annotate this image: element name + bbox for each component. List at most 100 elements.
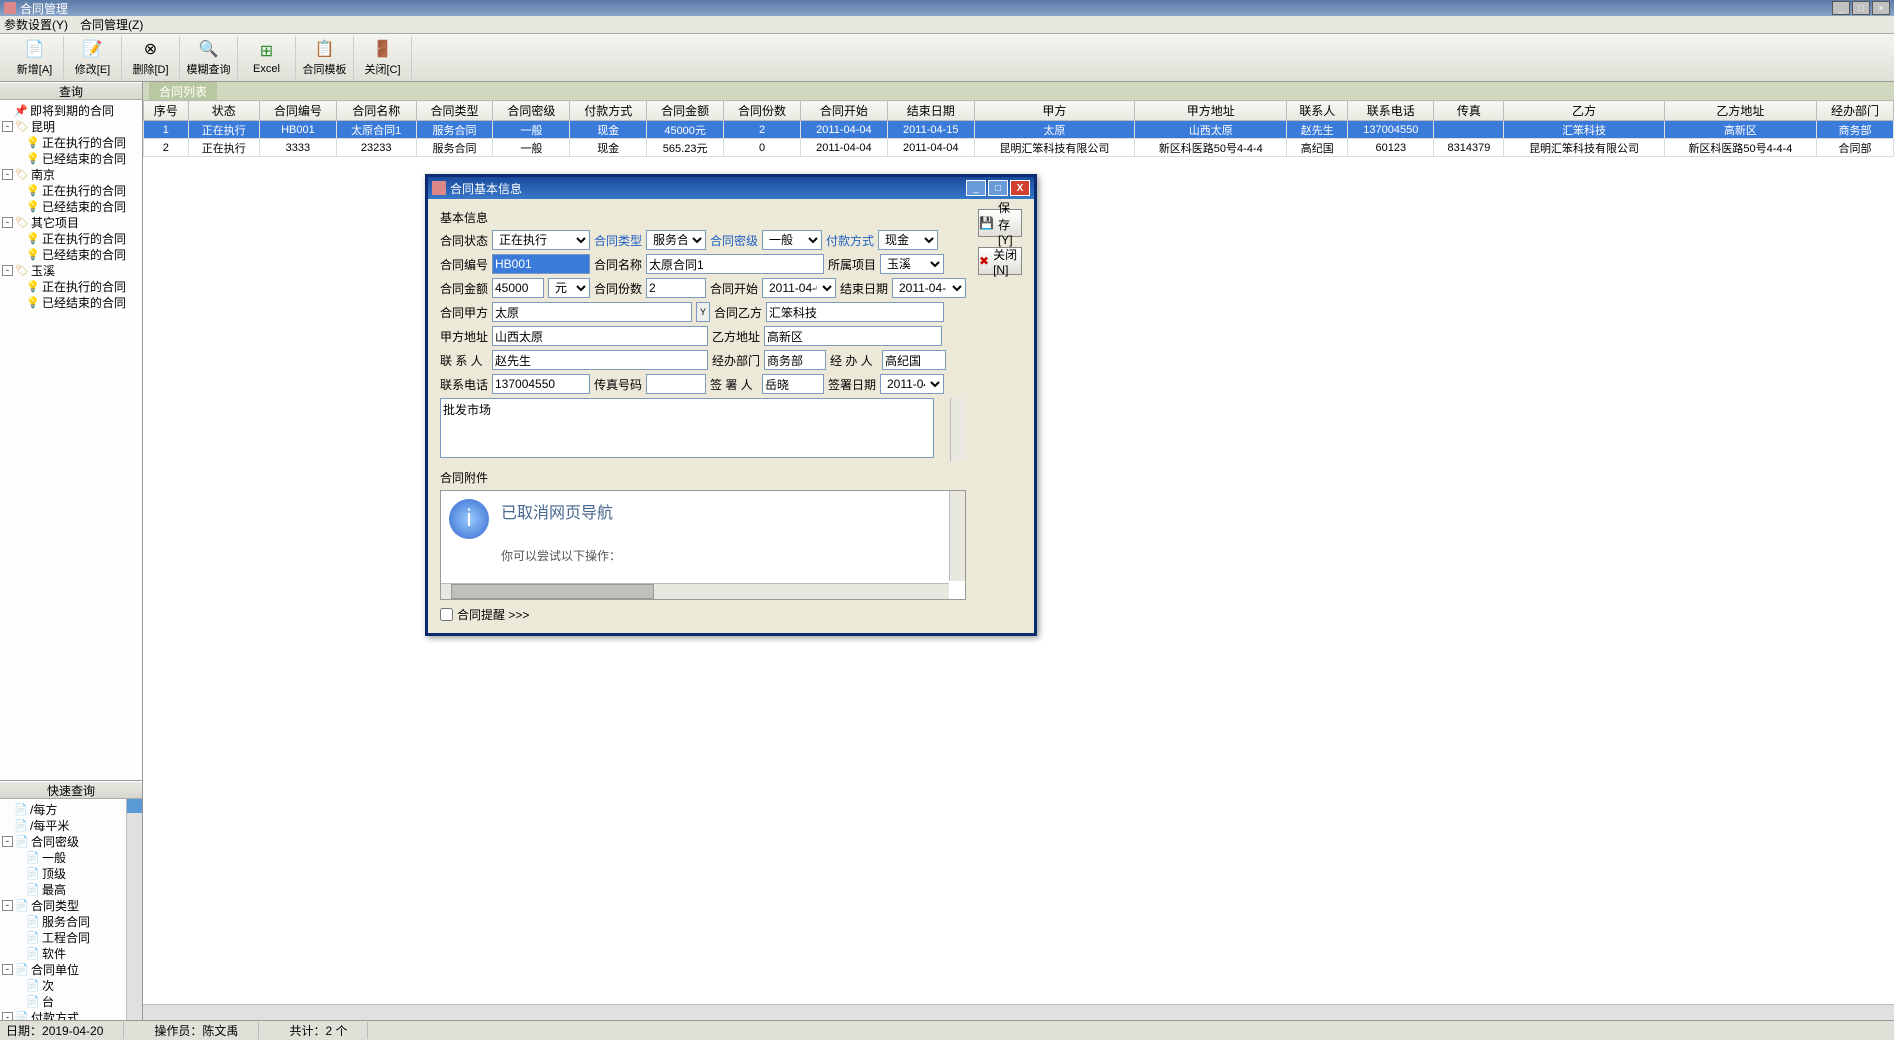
tree-toggle-icon[interactable]: - <box>2 121 13 132</box>
start-date-select[interactable]: 2011-04-04 <box>762 278 836 298</box>
search-button[interactable]: 🔍模糊查询 <box>180 36 238 80</box>
quick-group[interactable]: -📄合同类型 <box>2 897 140 913</box>
column-header[interactable]: 合同编号 <box>259 101 336 121</box>
column-header[interactable]: 合同开始 <box>800 101 887 121</box>
tree-toggle-icon[interactable]: - <box>2 1012 13 1021</box>
tree-upcoming[interactable]: 📌即将到期的合同 <box>2 102 140 118</box>
status-select[interactable]: 正在执行 <box>492 230 590 250</box>
column-header[interactable]: 序号 <box>144 101 189 121</box>
tree-toggle-icon[interactable]: - <box>2 169 13 180</box>
quick-item[interactable]: 📄/每方 <box>2 801 140 817</box>
fax-input[interactable] <box>646 374 706 394</box>
tree-item[interactable]: 💡已经结束的合同 <box>2 198 140 214</box>
payment-select[interactable]: 现金 <box>878 230 938 250</box>
column-header[interactable]: 甲方 <box>974 101 1134 121</box>
column-header[interactable]: 状态 <box>188 101 259 121</box>
signer-input[interactable] <box>762 374 824 394</box>
tree-city[interactable]: -🏷昆明 <box>2 118 140 134</box>
addr-b-input[interactable] <box>764 326 942 346</box>
scrollbar[interactable] <box>126 799 142 1020</box>
tree-toggle-icon[interactable]: - <box>2 836 13 847</box>
tree-toggle-icon[interactable]: - <box>2 265 13 276</box>
column-header[interactable]: 合同金额 <box>647 101 724 121</box>
excel-button[interactable]: ⊞Excel <box>238 36 296 80</box>
table-row[interactable]: 2正在执行333323233服务合同一般现金565.23元02011-04-04… <box>144 139 1894 157</box>
table-row[interactable]: 1正在执行HB001太原合同1服务合同一般现金45000元22011-04-04… <box>144 121 1894 139</box>
sign-date-select[interactable]: 2011-04-05 <box>880 374 944 394</box>
party-a-lookup-button[interactable]: Y <box>696 302 710 322</box>
tree-toggle-icon[interactable]: - <box>2 900 13 911</box>
dialog-minimize-button[interactable]: _ <box>966 180 986 196</box>
quick-item[interactable]: 📄次 <box>2 977 140 993</box>
reminder-checkbox[interactable] <box>440 608 453 621</box>
column-header[interactable]: 传真 <box>1434 101 1504 121</box>
delete-button[interactable]: ⊗删除[D] <box>122 36 180 80</box>
handler-input[interactable] <box>882 350 946 370</box>
tree-toggle-icon[interactable]: - <box>2 964 13 975</box>
quick-item[interactable]: 📄台 <box>2 993 140 1009</box>
dialog-maximize-button[interactable]: □ <box>988 180 1008 196</box>
menu-params[interactable]: 参数设置(Y) <box>4 16 68 33</box>
tree-item[interactable]: 💡已经结束的合同 <box>2 246 140 262</box>
addr-a-input[interactable] <box>492 326 708 346</box>
horizontal-scrollbar[interactable] <box>143 1004 1894 1020</box>
quick-item[interactable]: 📄服务合同 <box>2 913 140 929</box>
close-button[interactable]: 🚪关闭[C] <box>354 36 412 80</box>
quick-item[interactable]: 📄顶级 <box>2 865 140 881</box>
tree-item[interactable]: 💡正在执行的合同 <box>2 134 140 150</box>
maximize-button[interactable]: □ <box>1852 1 1870 15</box>
tab-contract-list[interactable]: 合同列表 <box>149 82 217 101</box>
dialog-close-btn[interactable]: ✖关闭[N] <box>978 247 1022 275</box>
unit-select[interactable]: 元 <box>548 278 590 298</box>
attach-vertical-scrollbar[interactable] <box>949 491 965 581</box>
quick-group[interactable]: -📄付款方式 <box>2 1009 140 1020</box>
name-input[interactable] <box>646 254 824 274</box>
remarks-textarea[interactable] <box>440 398 934 458</box>
tree-item[interactable]: 💡已经结束的合同 <box>2 294 140 310</box>
dept-input[interactable] <box>764 350 826 370</box>
dialog-close-button[interactable]: X <box>1010 180 1030 196</box>
column-header[interactable]: 合同密级 <box>493 101 570 121</box>
column-header[interactable]: 乙方 <box>1504 101 1664 121</box>
scroll-down-button[interactable]: ▼ <box>951 446 966 461</box>
code-input[interactable] <box>492 254 590 274</box>
tree-item[interactable]: 💡已经结束的合同 <box>2 150 140 166</box>
quick-group[interactable]: -📄合同单位 <box>2 961 140 977</box>
phone-input[interactable] <box>492 374 590 394</box>
quick-item[interactable]: 📄最高 <box>2 881 140 897</box>
column-header[interactable]: 合同名称 <box>336 101 416 121</box>
attach-horizontal-scrollbar[interactable] <box>441 583 949 599</box>
amount-input[interactable] <box>492 278 544 298</box>
column-header[interactable]: 合同类型 <box>416 101 493 121</box>
tree-item[interactable]: 💡正在执行的合同 <box>2 230 140 246</box>
column-header[interactable]: 合同份数 <box>724 101 801 121</box>
contact-input[interactable] <box>492 350 708 370</box>
close-window-button[interactable]: × <box>1872 1 1890 15</box>
party-b-input[interactable] <box>766 302 944 322</box>
quick-tree[interactable]: 📄/每方📄/每平米-📄合同密级📄一般📄顶级📄最高-📄合同类型📄服务合同📄工程合同… <box>0 799 142 1020</box>
tree-item[interactable]: 💡正在执行的合同 <box>2 182 140 198</box>
column-header[interactable]: 联系人 <box>1287 101 1348 121</box>
quick-item[interactable]: 📄工程合同 <box>2 929 140 945</box>
quick-item[interactable]: 📄/每平米 <box>2 817 140 833</box>
column-header[interactable]: 付款方式 <box>570 101 647 121</box>
minimize-button[interactable]: _ <box>1832 1 1850 15</box>
quick-group[interactable]: -📄合同密级 <box>2 833 140 849</box>
end-date-select[interactable]: 2011-04-15 <box>892 278 966 298</box>
tree-city[interactable]: -🏷玉溪 <box>2 262 140 278</box>
query-tree[interactable]: 📌即将到期的合同-🏷昆明💡正在执行的合同💡已经结束的合同-🏷南京💡正在执行的合同… <box>0 100 142 780</box>
column-header[interactable]: 乙方地址 <box>1664 101 1816 121</box>
menu-contract[interactable]: 合同管理(Z) <box>80 16 143 33</box>
column-header[interactable]: 结束日期 <box>887 101 974 121</box>
quick-item[interactable]: 📄软件 <box>2 945 140 961</box>
edit-button[interactable]: 📝修改[E] <box>64 36 122 80</box>
secrecy-select[interactable]: 一般 <box>762 230 822 250</box>
type-select[interactable]: 服务合同 <box>646 230 706 250</box>
template-button[interactable]: 📋合同模板 <box>296 36 354 80</box>
scroll-up-button[interactable]: ▲ <box>951 398 966 413</box>
party-a-input[interactable] <box>492 302 692 322</box>
tree-city[interactable]: -🏷南京 <box>2 166 140 182</box>
copies-input[interactable] <box>646 278 706 298</box>
column-header[interactable]: 经办部门 <box>1817 101 1894 121</box>
tree-city[interactable]: -🏷其它项目 <box>2 214 140 230</box>
